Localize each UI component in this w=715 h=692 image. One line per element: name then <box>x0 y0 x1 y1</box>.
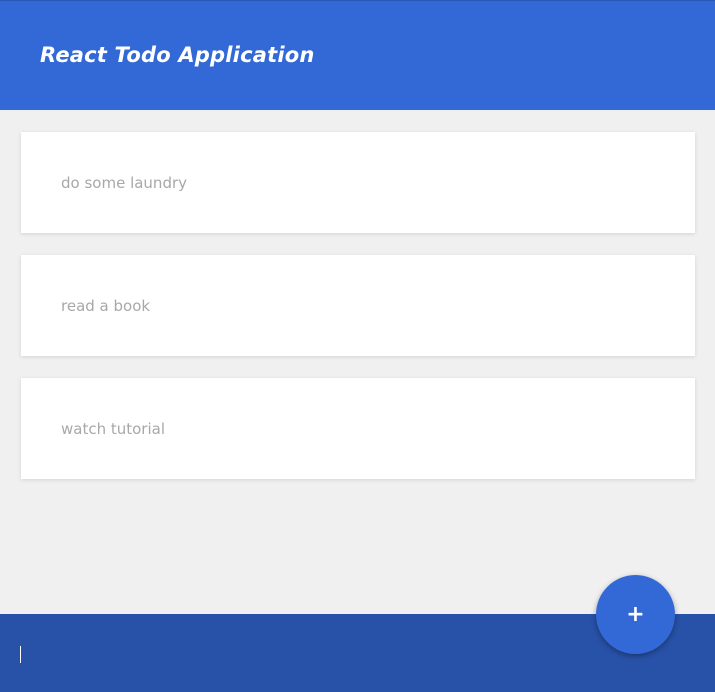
todo-item[interactable]: watch tutorial <box>21 378 695 479</box>
todo-item[interactable]: do some laundry <box>21 132 695 233</box>
text-cursor <box>20 646 21 663</box>
app-header: React Todo Application <box>0 0 715 110</box>
add-todo-button[interactable]: + <box>596 575 675 654</box>
todo-app: React Todo Application do some laundry r… <box>0 0 715 692</box>
todo-text: read a book <box>61 297 151 315</box>
app-title: React Todo Application <box>40 43 315 67</box>
new-todo-input[interactable] <box>18 644 558 666</box>
todo-item[interactable]: read a book <box>21 255 695 356</box>
todo-text: do some laundry <box>61 174 188 192</box>
todo-text: watch tutorial <box>61 420 166 438</box>
todo-list: do some laundry read a book watch tutori… <box>21 132 695 501</box>
